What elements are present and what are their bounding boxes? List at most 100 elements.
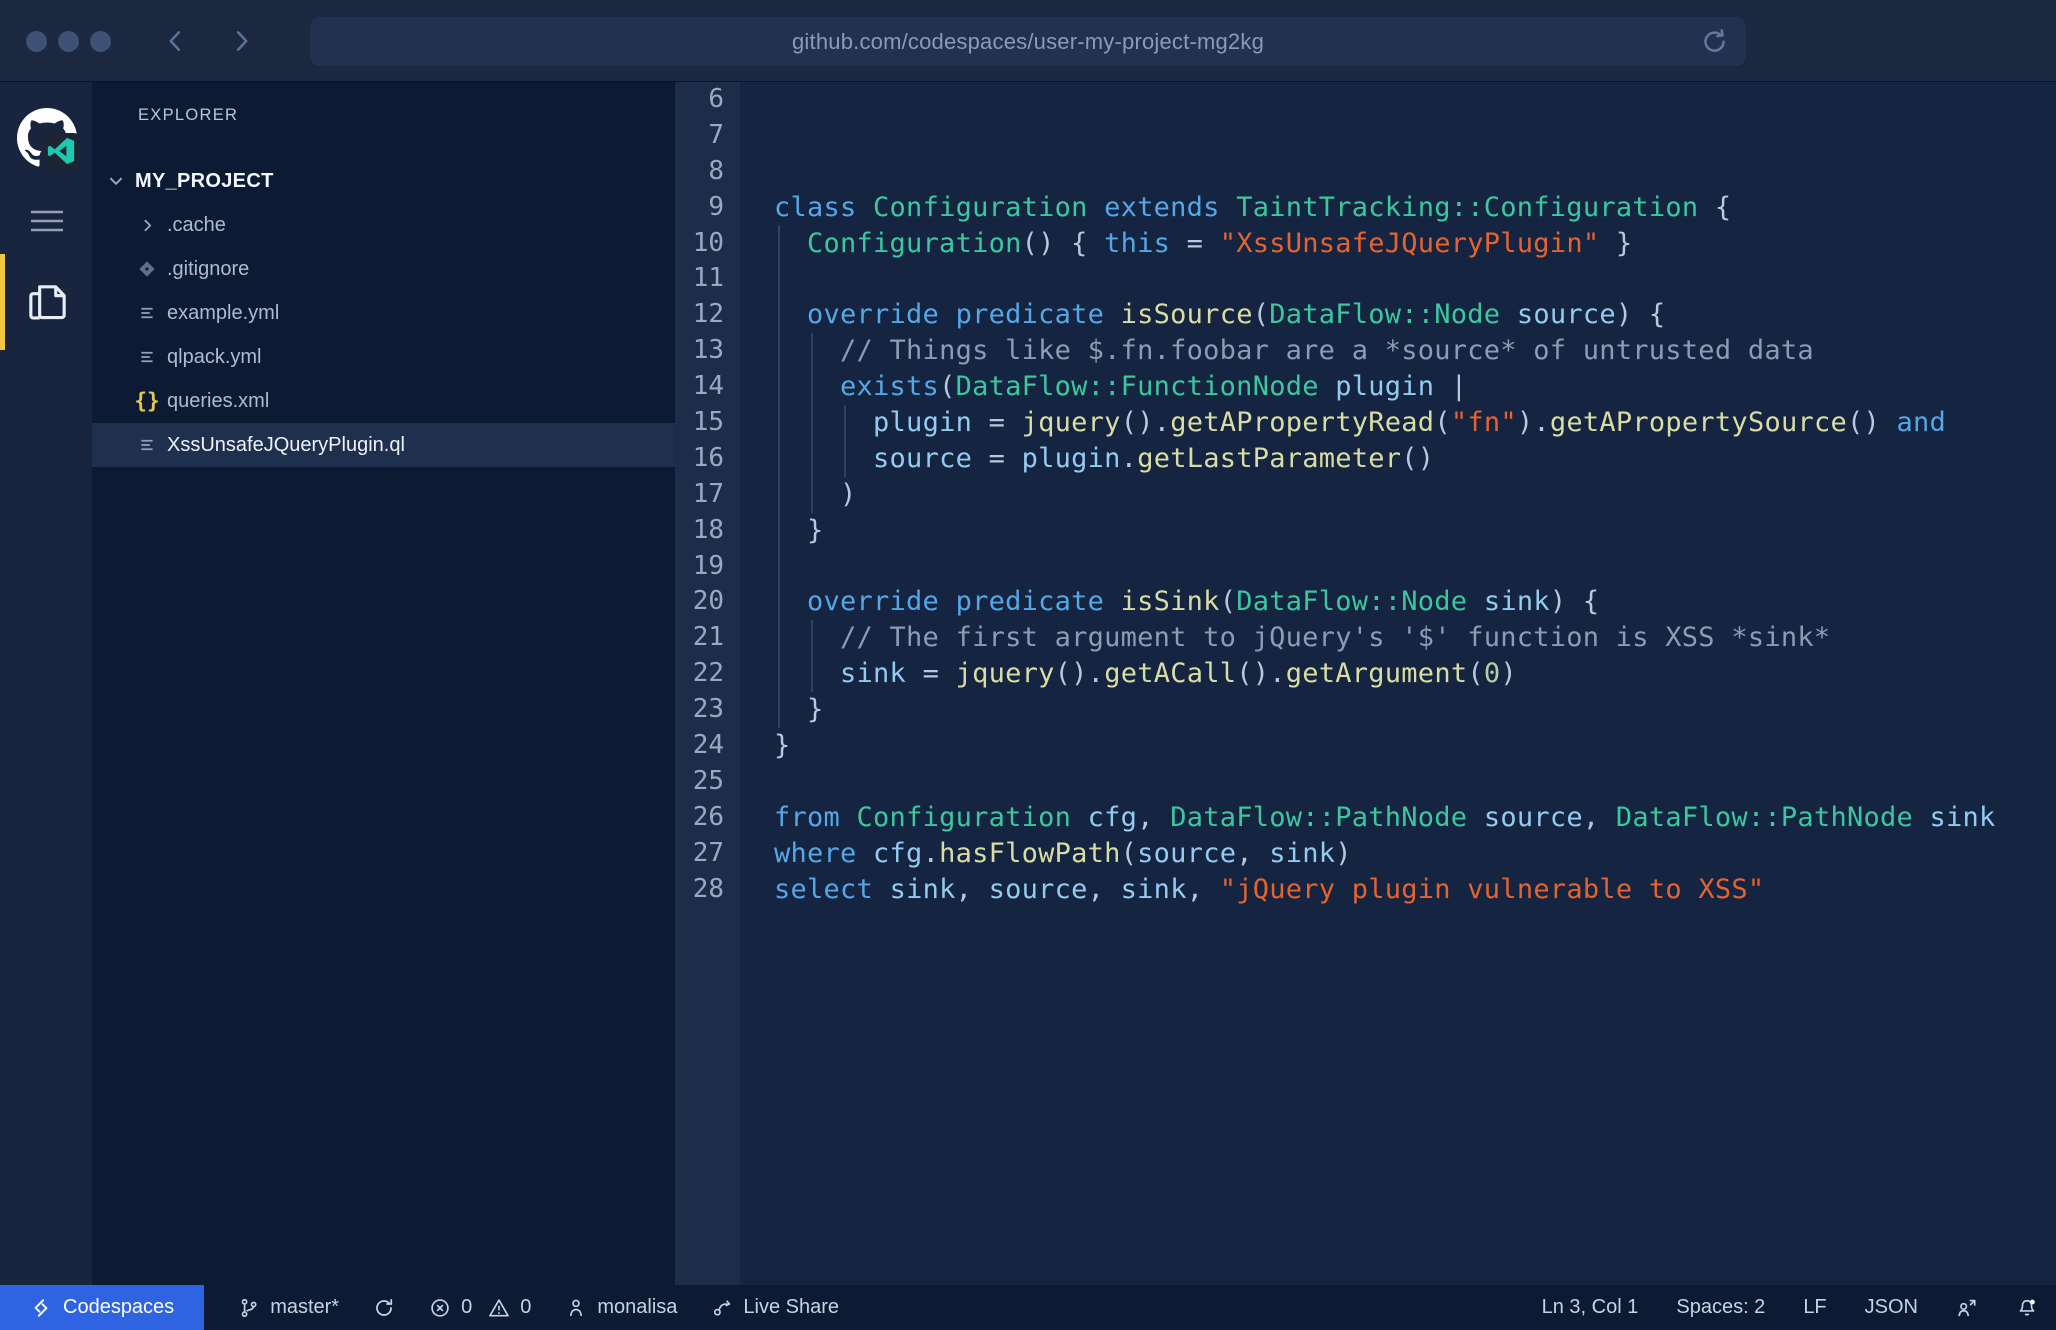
code-line[interactable]: class Configuration extends TaintTrackin… (774, 190, 2056, 226)
code-line[interactable]: plugin = jquery().getAPropertyRead("fn")… (774, 405, 2056, 441)
person-icon (565, 1297, 587, 1319)
line-number: 7 (675, 118, 740, 154)
code-line[interactable]: ) (774, 477, 2056, 513)
explorer-header: EXPLORER (92, 82, 675, 125)
editor-gutter: 6789101112131415161718192021222324252627… (675, 82, 740, 1285)
bell-icon (2016, 1297, 2038, 1319)
back-icon[interactable] (162, 27, 190, 55)
remote-icon (30, 1297, 52, 1319)
url-bar[interactable]: github.com/codespaces/user-my-project-mg… (310, 17, 1746, 66)
branch-icon (238, 1297, 260, 1319)
status-label: LF (1803, 1296, 1826, 1319)
code-line[interactable]: override predicate isSource(DataFlow::No… (774, 297, 2056, 333)
code-line[interactable]: exists(DataFlow::FunctionNode plugin | (774, 369, 2056, 405)
status-indentation[interactable]: Spaces: 2 (1676, 1296, 1765, 1319)
status-label: 0 (520, 1296, 531, 1319)
file-item-xss-ql[interactable]: XssUnsafeJQueryPlugin.ql (92, 423, 675, 467)
liveshare-icon (711, 1297, 733, 1319)
code-line[interactable] (774, 118, 2056, 154)
code-line[interactable] (774, 764, 2056, 800)
line-number: 21 (675, 620, 740, 656)
line-number: 28 (675, 872, 740, 908)
tree-root-my-project[interactable]: MY_PROJECT (92, 159, 675, 203)
code-line[interactable]: } (774, 692, 2056, 728)
code-line[interactable] (774, 82, 2056, 118)
file-label: XssUnsafeJQueryPlugin.ql (167, 434, 405, 457)
forward-icon[interactable] (227, 27, 255, 55)
window-dot[interactable] (26, 31, 47, 52)
url-text: github.com/codespaces/user-my-project-mg… (792, 29, 1264, 55)
status-codespaces[interactable]: Codespaces (0, 1285, 204, 1330)
code-line[interactable]: source = plugin.getLastParameter() (774, 441, 2056, 477)
vscode-badge-icon (43, 133, 79, 169)
status-label: Ln 3, Col 1 (1542, 1296, 1639, 1319)
line-number: 18 (675, 513, 740, 549)
status-eol[interactable]: LF (1803, 1296, 1826, 1319)
status-label: 0 (461, 1296, 472, 1319)
window-dot[interactable] (90, 31, 111, 52)
menu-icon[interactable] (30, 210, 64, 232)
file-list: .cache .gitignore example.ymlqlpack.yml {} q… (92, 203, 675, 467)
code-line[interactable]: } (774, 513, 2056, 549)
status-sync[interactable] (373, 1297, 395, 1319)
status-problems-errors[interactable]: 0 (429, 1296, 472, 1319)
status-cursor-position[interactable]: Ln 3, Col 1 (1542, 1296, 1639, 1319)
status-problems-warnings[interactable]: 0 (488, 1296, 531, 1319)
explorer-files-icon[interactable] (24, 278, 71, 328)
line-number: 13 (675, 333, 740, 369)
refresh-icon[interactable] (1699, 26, 1730, 57)
code-line[interactable]: where cfg.hasFlowPath(source, sink) (774, 836, 2056, 872)
status-notifications[interactable] (2016, 1297, 2038, 1319)
code-line[interactable]: } (774, 728, 2056, 764)
file-item-queries[interactable]: {} queries.xml (92, 379, 675, 423)
status-label: JSON (1865, 1296, 1918, 1319)
statusbar-left: Codespaces master* 0 0 monalisa Live Share (0, 1285, 839, 1330)
file-label: queries.xml (167, 390, 269, 413)
line-number: 22 (675, 656, 740, 692)
file-label: .gitignore (167, 258, 249, 281)
active-view-indicator (0, 254, 5, 350)
file-item-cache[interactable]: .cache (92, 203, 675, 247)
statusbar-right: Ln 3, Col 1 Spaces: 2 LF JSON (1504, 1285, 2056, 1330)
line-number: 16 (675, 441, 740, 477)
code-area[interactable]: class Configuration extends TaintTrackin… (740, 82, 2056, 907)
file-item-gitignore[interactable]: .gitignore (92, 247, 675, 291)
line-number: 11 (675, 261, 740, 297)
code-editor[interactable]: class Configuration extends TaintTrackin… (740, 82, 2056, 1285)
list-icon (136, 302, 158, 324)
status-branch[interactable]: master* (238, 1296, 339, 1319)
status-user[interactable]: monalisa (565, 1296, 677, 1319)
file-item-qlpack[interactable]: qlpack.yml (92, 335, 675, 379)
braces-icon: {} (136, 390, 158, 412)
line-number: 6 (675, 82, 740, 118)
code-line[interactable]: // The first argument to jQuery's '$' fu… (774, 620, 2056, 656)
status-live-share[interactable]: Live Share (711, 1296, 839, 1319)
code-line[interactable]: override predicate isSink(DataFlow::Node… (774, 584, 2056, 620)
code-line[interactable] (774, 261, 2056, 297)
status-feedback[interactable] (1956, 1297, 1978, 1319)
status-language-mode[interactable]: JSON (1865, 1296, 1918, 1319)
line-number: 27 (675, 836, 740, 872)
code-line[interactable]: // Things like $.fn.foobar are a *source… (774, 333, 2056, 369)
github-logo-icon (17, 108, 79, 170)
code-line[interactable]: select sink, source, sink, "jQuery plugi… (774, 872, 2056, 908)
list-icon (136, 346, 158, 368)
line-number: 25 (675, 764, 740, 800)
sync-icon (373, 1297, 395, 1319)
line-number: 24 (675, 728, 740, 764)
window-dot[interactable] (58, 31, 79, 52)
code-line[interactable] (774, 154, 2056, 190)
line-numbers: 6789101112131415161718192021222324252627… (675, 82, 740, 907)
code-line[interactable]: from Configuration cfg, DataFlow::PathNo… (774, 800, 2056, 836)
git-icon (136, 258, 158, 280)
file-item-example[interactable]: example.yml (92, 291, 675, 335)
code-line[interactable]: sink = jquery().getACall().getArgument(0… (774, 656, 2056, 692)
window-controls[interactable] (26, 31, 111, 52)
code-line[interactable] (774, 549, 2056, 585)
line-number: 9 (675, 190, 740, 226)
line-number: 8 (675, 154, 740, 190)
line-number: 10 (675, 226, 740, 262)
file-tree: MY_PROJECT .cache .gitignore example.ymlql… (92, 159, 675, 467)
code-line[interactable]: Configuration() { this = "XssUnsafeJQuer… (774, 226, 2056, 262)
browser-chrome: github.com/codespaces/user-my-project-mg… (0, 0, 2056, 82)
